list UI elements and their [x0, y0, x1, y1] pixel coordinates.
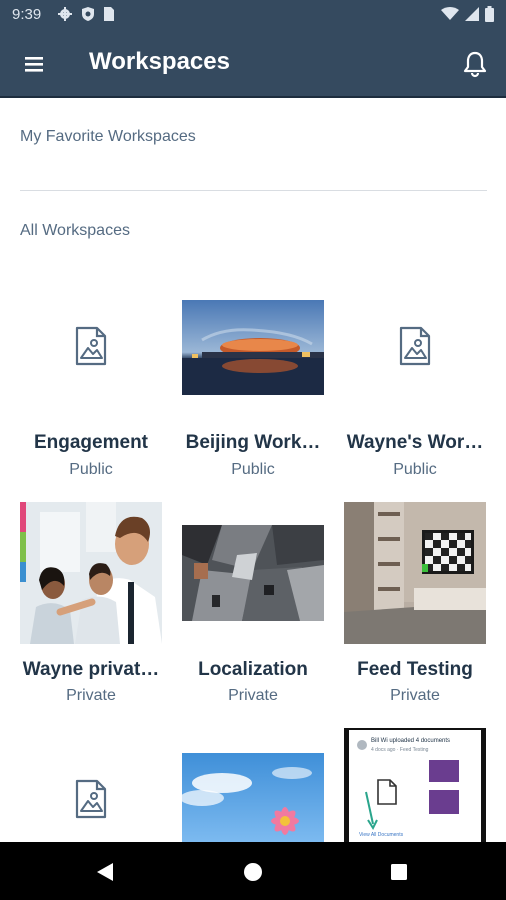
- view-all-documents-link: View All Documents: [359, 832, 404, 838]
- workspace-tile[interactable]: [182, 728, 324, 842]
- home-button[interactable]: [238, 857, 268, 887]
- workspace-tile[interactable]: Beijing Work… Public: [182, 296, 324, 486]
- page-title: Workspaces: [89, 48, 230, 75]
- room-tv-photo: [344, 502, 486, 644]
- favorites-section-label: My Favorite Workspaces: [20, 128, 196, 145]
- flower-sky-photo: [182, 753, 324, 842]
- workspace-tile[interactable]: Localization Private: [182, 502, 324, 704]
- recents-icon: [391, 864, 407, 880]
- avatar: [357, 740, 367, 750]
- placeholder-image-icon: [399, 326, 431, 366]
- workspace-thumbnail: [20, 296, 162, 396]
- workspace-thumbnail: Bill Wi uploaded 4 documents 4 docs ago …: [344, 728, 486, 842]
- feed-subline: 4 docs ago · Feed Testing: [371, 747, 429, 753]
- home-icon: [244, 863, 262, 881]
- document-feed-screenshot: Bill Wi uploaded 4 documents 4 docs ago …: [349, 730, 481, 842]
- workspace-tile[interactable]: Bill Wi uploaded 4 documents 4 docs ago …: [344, 728, 486, 842]
- workspace-name: Wayne privat…: [22, 659, 160, 680]
- status-time: 9:39: [12, 6, 42, 23]
- workspace-visibility: Private: [390, 687, 440, 704]
- shield-icon: [82, 7, 94, 21]
- workspace-name: Engagement: [33, 432, 149, 453]
- workspace-tile[interactable]: Wayne's Wor… Public: [344, 296, 486, 486]
- all-workspaces-section-label: All Workspaces: [20, 222, 130, 239]
- bell-icon: [463, 51, 487, 78]
- workspace-tile[interactable]: Feed Testing Private: [344, 502, 486, 704]
- workspace-name: Localization: [198, 659, 308, 680]
- menu-button[interactable]: [22, 52, 48, 76]
- workspace-thumbnail: [20, 502, 162, 644]
- workspace-visibility: Public: [231, 461, 275, 478]
- city-aerial-photo: [182, 525, 324, 621]
- workspace-tile[interactable]: Engagement Public: [20, 296, 162, 486]
- workspace-thumbnail: [182, 300, 324, 395]
- workspace-visibility: Private: [228, 687, 278, 704]
- workspace-tile[interactable]: Wayne privat… Private: [20, 502, 162, 704]
- workspace-visibility: Public: [69, 461, 113, 478]
- notifications-button[interactable]: [462, 50, 488, 78]
- system-nav-bar: [0, 842, 506, 900]
- recents-button[interactable]: [384, 857, 414, 887]
- arrow-icon: [365, 791, 378, 831]
- app-bar: Workspaces: [0, 30, 506, 98]
- workspace-thumbnail: [182, 525, 324, 621]
- workspace-visibility: Public: [393, 461, 437, 478]
- status-bar: 9:39: [0, 0, 506, 30]
- workspace-thumbnail: [344, 296, 486, 396]
- workspace-name: Beijing Work…: [185, 432, 321, 453]
- placeholder-image-icon: [75, 779, 107, 819]
- section-divider: [20, 190, 487, 191]
- workspace-tile[interactable]: [20, 728, 162, 842]
- battery-icon: [485, 6, 494, 22]
- doc-thumbnail: [429, 760, 459, 782]
- gear-icon: [58, 7, 72, 21]
- doc-thumbnail: [429, 790, 459, 814]
- signal-icon: [465, 7, 479, 21]
- workspace-thumbnail: [182, 753, 324, 842]
- stadium-night-photo: [182, 300, 324, 395]
- back-button[interactable]: [91, 857, 121, 887]
- wifi-icon: [441, 7, 459, 20]
- workspace-name: Wayne's Wor…: [346, 432, 484, 453]
- workspace-visibility: Private: [66, 687, 116, 704]
- placeholder-image-icon: [75, 326, 107, 366]
- feed-headline: Bill Wi uploaded 4 documents: [371, 738, 451, 744]
- workspace-thumbnail: [344, 502, 486, 644]
- workspace-name: Feed Testing: [357, 659, 473, 680]
- business-people-photo: [20, 502, 162, 644]
- sim-card-icon: [104, 7, 114, 21]
- hamburger-menu-icon: [25, 57, 43, 72]
- back-icon: [97, 863, 113, 881]
